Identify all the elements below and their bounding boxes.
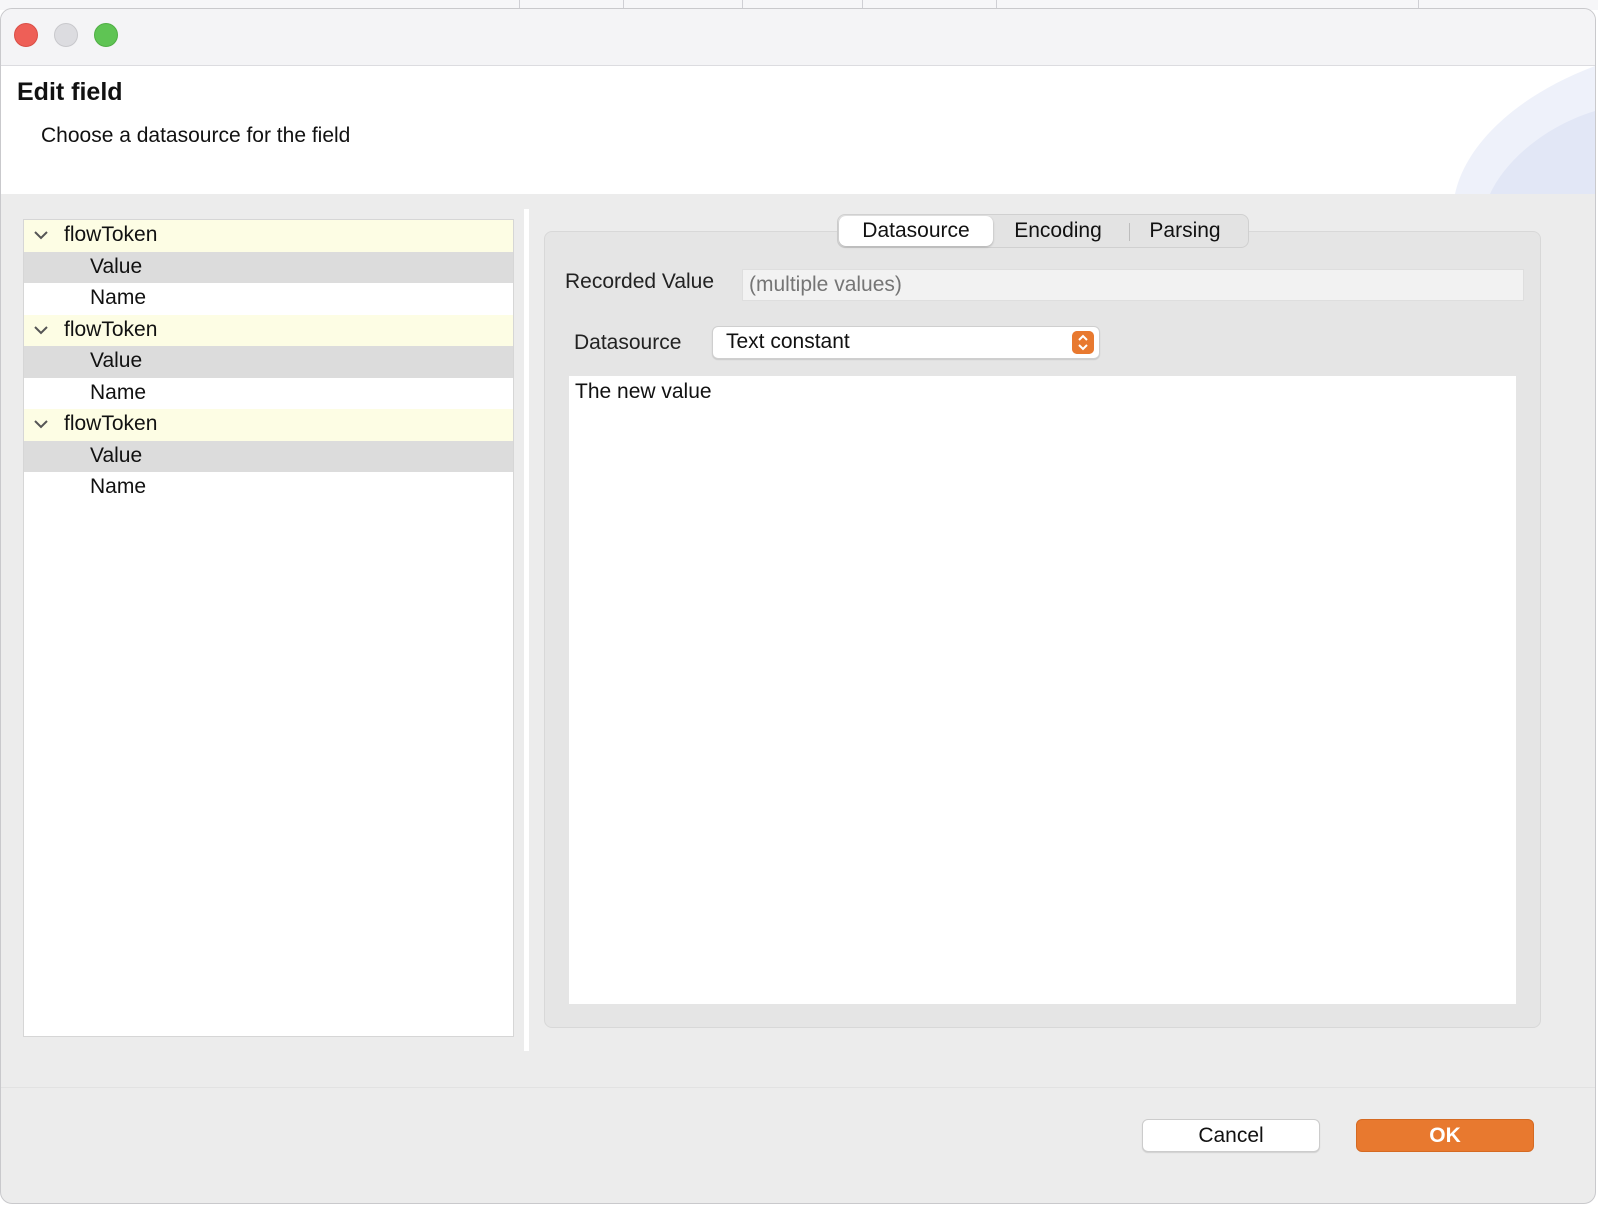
dialog-subtitle: Choose a datasource for the field bbox=[41, 124, 351, 147]
tree-item-name[interactable]: Name bbox=[24, 377, 513, 409]
tree-item-label: Name bbox=[90, 286, 147, 309]
tree-item-label: Value bbox=[90, 349, 143, 372]
strip-divider bbox=[996, 0, 997, 8]
strip-divider bbox=[623, 0, 624, 8]
recorded-value-field[interactable] bbox=[742, 269, 1524, 301]
tree-group-row[interactable]: flowToken bbox=[24, 220, 513, 252]
dialog-header: Edit field Choose a datasource for the f… bbox=[1, 66, 1595, 194]
edit-field-dialog: Edit field Choose a datasource for the f… bbox=[0, 8, 1596, 1204]
datasource-selected-value: Text constant bbox=[726, 330, 850, 353]
tree-item-name[interactable]: Name bbox=[24, 472, 513, 504]
tree-group-label: flowToken bbox=[64, 317, 158, 341]
tree-item-label: Value bbox=[90, 254, 143, 278]
tree-group-row[interactable]: flowToken bbox=[24, 409, 513, 441]
chevron-up-down-icon bbox=[1072, 331, 1094, 354]
tab-bar: Datasource Encoding Parsing bbox=[837, 214, 1249, 248]
tree-item-label: Value bbox=[90, 443, 143, 467]
chevron-down-icon[interactable] bbox=[32, 226, 50, 244]
tree-item-label: Name bbox=[90, 380, 147, 404]
chevron-down-icon[interactable] bbox=[32, 415, 50, 433]
footer-divider bbox=[1, 1087, 1595, 1088]
chevron-down-icon[interactable] bbox=[32, 321, 50, 339]
tree-item-value[interactable]: Value bbox=[24, 346, 513, 378]
tree-group-label: flowToken bbox=[64, 223, 158, 246]
datasource-select[interactable]: Text constant bbox=[712, 326, 1100, 359]
tree-item-label: Name bbox=[90, 475, 147, 498]
tab-encoding[interactable]: Encoding bbox=[998, 215, 1118, 247]
strip-divider bbox=[519, 0, 520, 8]
maximize-icon[interactable] bbox=[94, 23, 118, 47]
header-decoration-icon bbox=[1455, 66, 1595, 194]
tab-parsing[interactable]: Parsing bbox=[1130, 215, 1240, 247]
cancel-button[interactable]: Cancel bbox=[1142, 1119, 1320, 1152]
pane-splitter[interactable] bbox=[524, 209, 529, 1051]
ok-button[interactable]: OK bbox=[1356, 1119, 1534, 1152]
tree-group-label: flowToken bbox=[64, 412, 158, 435]
text-constant-editor[interactable]: The new value bbox=[569, 376, 1516, 1004]
recorded-value-label: Recorded Value bbox=[565, 270, 715, 293]
strip-divider bbox=[862, 0, 863, 8]
tree-item-value[interactable]: Value bbox=[24, 251, 513, 283]
minimize-icon[interactable] bbox=[54, 23, 78, 47]
strip-divider bbox=[742, 0, 743, 8]
field-tree[interactable]: flowToken Value Name flowToken Value Nam… bbox=[23, 219, 514, 1037]
close-icon[interactable] bbox=[14, 23, 38, 47]
tree-item-value[interactable]: Value bbox=[24, 440, 513, 472]
tree-item-name[interactable]: Name bbox=[24, 283, 513, 315]
datasource-label: Datasource bbox=[574, 331, 682, 354]
title-bar bbox=[1, 9, 1595, 66]
tree-group-row[interactable]: flowToken bbox=[24, 314, 513, 346]
strip-divider bbox=[1418, 0, 1419, 8]
tab-datasource[interactable]: Datasource bbox=[839, 216, 993, 246]
dialog-title: Edit field bbox=[17, 78, 123, 106]
